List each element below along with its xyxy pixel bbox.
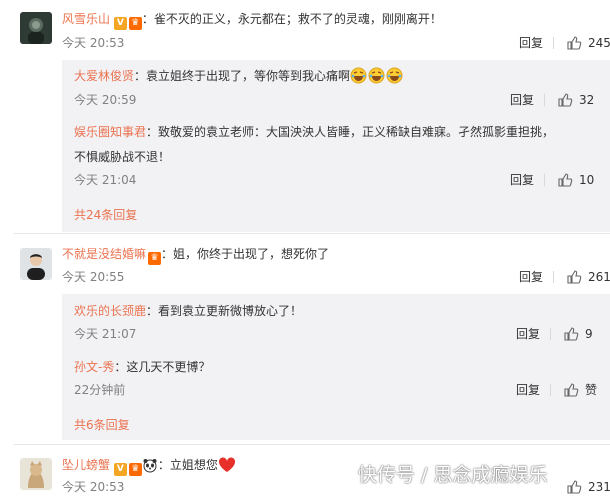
timestamp: 今天 20:53 xyxy=(62,36,125,50)
member-crown-icon: ♛ xyxy=(128,17,142,30)
like-count: 32 xyxy=(579,93,595,107)
comment-text: ：立姐想您 xyxy=(157,458,218,472)
member-crown-icon: ♛ xyxy=(128,463,142,476)
reply-line: 大爱林俊贤：袁立姐终于出现了，等你等到我心痛啊 xyxy=(74,67,404,89)
thumbs-up-icon xyxy=(558,173,573,187)
thumbs-up-icon xyxy=(558,93,573,107)
reply-button[interactable]: 回复 xyxy=(510,91,534,109)
divider xyxy=(14,444,610,445)
reply-text: ：看到袁立更新微博放心了！ xyxy=(146,304,303,318)
username-link[interactable]: 大爱林俊贤 xyxy=(74,69,134,83)
separator xyxy=(544,94,545,106)
reply-line: 孙文-秀：这几天不更博？ xyxy=(74,358,210,376)
reply-text: ：这几天不更博？ xyxy=(114,360,211,374)
more-replies-link[interactable]: 共6条回复 xyxy=(74,416,130,434)
reply-button[interactable]: 回复 xyxy=(519,34,543,52)
username-link[interactable]: 娱乐圈知事君 xyxy=(74,125,146,139)
separator xyxy=(550,384,551,396)
like-count: 赞 xyxy=(585,383,598,397)
like-count: 261 xyxy=(588,270,610,284)
reply-button[interactable]: 回复 xyxy=(516,381,540,399)
username-link[interactable]: 欢乐的长颈鹿 xyxy=(74,304,146,318)
watermark: 快传号 / 思念成瘾娱乐 xyxy=(358,464,548,486)
like-button[interactable]: 245 xyxy=(566,34,610,52)
heart-icon xyxy=(218,457,236,478)
like-button[interactable]: 9 xyxy=(563,325,593,343)
reply-line: 欢乐的长颈鹿：看到袁立更新微博放心了！ xyxy=(74,302,302,320)
like-count: 231 xyxy=(588,480,610,494)
reply-button[interactable]: 回复 xyxy=(510,171,534,189)
like-button[interactable]: 261 xyxy=(566,268,610,286)
more-replies-link[interactable]: 共24条回复 xyxy=(74,206,137,224)
panda-emoji-icon xyxy=(142,457,158,478)
username-link[interactable]: 坠儿螃蟹 xyxy=(62,458,110,472)
thumbs-up-icon xyxy=(567,270,582,284)
member-crown-icon: ♛ xyxy=(148,252,162,265)
avatar[interactable] xyxy=(20,458,52,490)
comment-text: ：姐，你终于出现了，想死你了 xyxy=(161,247,330,261)
comment-line: 风雪乐山 V ♛ ：雀不灭的正义，永元都在；救不了的灵魂，刚刚离开！ xyxy=(62,10,442,30)
username-link[interactable]: 孙文-秀 xyxy=(74,360,114,374)
separator xyxy=(550,328,551,340)
thumbs-up-icon xyxy=(567,480,582,494)
thumbs-up-icon xyxy=(567,36,582,50)
timestamp: 今天 20:53 xyxy=(62,480,125,494)
reply-line: 娱乐圈知事君：致敬爱的袁立老师：大国泱泱人皆睡，正义稀缺自难寐。孑然孤影重担挑， xyxy=(74,123,554,141)
timestamp: 22分钟前 xyxy=(74,383,126,397)
thumbs-up-icon xyxy=(564,383,579,397)
timestamp: 今天 20:59 xyxy=(74,93,137,107)
avatar[interactable] xyxy=(20,12,52,44)
comment-line: 坠儿螃蟹 V ♛ ：立姐想您 xyxy=(62,456,236,478)
username-link[interactable]: 不就是没结婚嘛 xyxy=(62,247,146,261)
separator xyxy=(544,174,545,186)
separator xyxy=(553,271,554,283)
timestamp: 今天 21:07 xyxy=(74,327,137,341)
avatar[interactable] xyxy=(20,248,52,280)
like-count: 9 xyxy=(585,327,593,341)
verified-badge-icon: V xyxy=(113,17,127,30)
timestamp: 今天 20:55 xyxy=(62,270,125,284)
comment-line: 不就是没结婚嘛 ♛ ：姐，你终于出现了，想死你了 xyxy=(62,245,329,265)
laugh-cry-emoji-icon xyxy=(350,67,404,89)
like-button[interactable]: 231 xyxy=(566,478,610,496)
reply-text-continued: 不惧威胁战不退！ xyxy=(74,150,171,164)
reply-button[interactable]: 回复 xyxy=(519,268,543,286)
divider xyxy=(14,233,610,234)
like-button[interactable]: 10 xyxy=(557,171,594,189)
like-button[interactable]: 赞 xyxy=(563,381,597,399)
reply-text: ：袁立姐终于出现了，等你等到我心痛啊 xyxy=(134,69,351,83)
thumbs-up-icon xyxy=(564,327,579,341)
like-count: 245 xyxy=(588,36,610,50)
reply-button[interactable]: 回复 xyxy=(516,325,540,343)
verified-badge-icon: V xyxy=(113,463,127,476)
username-link[interactable]: 风雪乐山 xyxy=(62,12,110,26)
like-count: 10 xyxy=(579,173,595,187)
separator xyxy=(553,37,554,49)
comment-text: ：雀不灭的正义，永元都在；救不了的灵魂，刚刚离开！ xyxy=(141,12,442,26)
reply-text: ：致敬爱的袁立老师：大国泱泱人皆睡，正义稀缺自难寐。孑然孤影重担挑， xyxy=(146,125,555,139)
timestamp: 今天 21:04 xyxy=(74,173,137,187)
like-button[interactable]: 32 xyxy=(557,91,594,109)
